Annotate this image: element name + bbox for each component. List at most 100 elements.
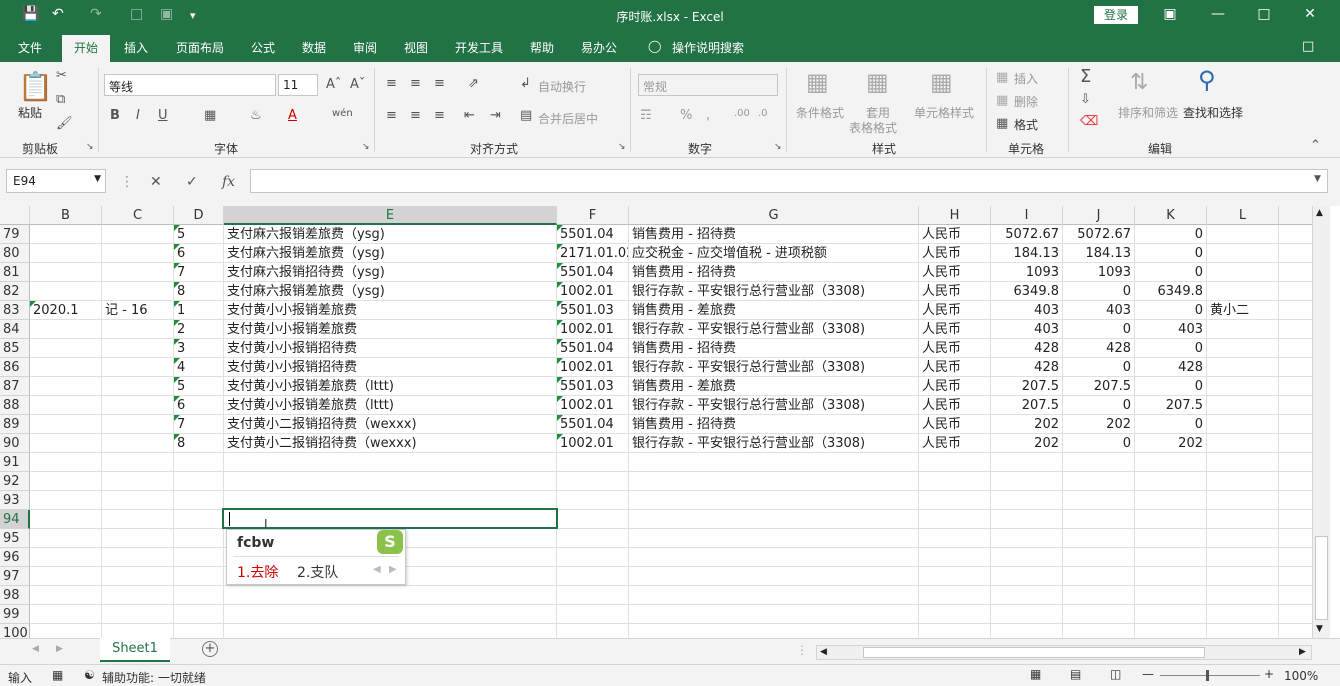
cell-j[interactable] xyxy=(1063,567,1135,586)
cell-k[interactable] xyxy=(1135,510,1207,529)
cell-j[interactable]: 428 xyxy=(1063,339,1135,358)
cell-m[interactable] xyxy=(1279,320,1312,339)
column-header-l[interactable]: L xyxy=(1207,206,1279,225)
cell-h[interactable]: 人民币 xyxy=(919,339,991,358)
cell-m[interactable] xyxy=(1279,472,1312,491)
border-icon[interactable]: ▦ xyxy=(204,108,216,123)
cell-b[interactable] xyxy=(30,282,102,301)
find-select-button[interactable]: 查找和选择 xyxy=(1183,104,1243,121)
cell-d[interactable]: 6 xyxy=(174,396,224,415)
cell-c[interactable] xyxy=(102,263,174,282)
percent-icon[interactable]: % xyxy=(680,108,692,123)
cell-b[interactable] xyxy=(30,320,102,339)
cell-m[interactable] xyxy=(1279,282,1312,301)
cell-g[interactable] xyxy=(629,472,919,491)
tab-formulas[interactable]: 公式 xyxy=(251,39,275,56)
copy-icon[interactable]: ⧉ xyxy=(56,92,65,107)
tab-help[interactable]: 帮助 xyxy=(530,39,554,56)
increase-font-icon[interactable]: Aˆ xyxy=(326,77,341,92)
cell-f[interactable]: 5501.04 xyxy=(557,339,629,358)
cell-e[interactable]: 支付麻六报销差旅费（ysg) xyxy=(224,225,557,244)
dialog-launcher-icon[interactable]: ↘ xyxy=(774,142,782,152)
cell-d[interactable]: 3 xyxy=(174,339,224,358)
cell-d[interactable] xyxy=(174,510,224,529)
cell-f[interactable]: 5501.03 xyxy=(557,301,629,320)
column-header-c[interactable]: C xyxy=(102,206,174,225)
cell-j[interactable] xyxy=(1063,453,1135,472)
row-header[interactable]: 80 xyxy=(0,244,30,263)
column-header-k[interactable]: K xyxy=(1135,206,1207,225)
cell-f[interactable]: 5501.04 xyxy=(557,415,629,434)
cell-l[interactable] xyxy=(1207,225,1279,244)
cell-b[interactable] xyxy=(30,434,102,453)
cell-i[interactable]: 207.5 xyxy=(991,396,1063,415)
cell-g[interactable]: 银行存款 - 平安银行总行营业部（3308) xyxy=(629,282,919,301)
row-header[interactable]: 83 xyxy=(0,301,30,320)
cell-i[interactable] xyxy=(991,567,1063,586)
cell-c[interactable] xyxy=(102,320,174,339)
cell-l[interactable] xyxy=(1207,396,1279,415)
cell-d[interactable] xyxy=(174,453,224,472)
cell-c[interactable] xyxy=(102,339,174,358)
cell-h[interactable]: 人民币 xyxy=(919,263,991,282)
cell-e[interactable] xyxy=(224,605,557,624)
cell-c[interactable] xyxy=(102,377,174,396)
cell-l[interactable]: 黄小二 xyxy=(1207,301,1279,320)
cell-d[interactable] xyxy=(174,567,224,586)
cell-f[interactable]: 1002.01 xyxy=(557,320,629,339)
insert-cells-icon[interactable]: ▦ xyxy=(996,70,1008,85)
row-header[interactable]: 88 xyxy=(0,396,30,415)
dialog-launcher-icon[interactable]: ↘ xyxy=(362,142,370,152)
row-header[interactable]: 92 xyxy=(0,472,30,491)
worksheet-grid[interactable]: B C D E F G H I J K L 79 5 支付麻六报销差旅费（ysg) 5… xyxy=(0,206,1312,638)
increase-decimal-icon[interactable]: .00 xyxy=(734,108,750,119)
cell-k[interactable] xyxy=(1135,548,1207,567)
column-header-j[interactable]: J xyxy=(1063,206,1135,225)
cell-g[interactable]: 银行存款 - 平安银行总行营业部（3308) xyxy=(629,320,919,339)
cell-l[interactable] xyxy=(1207,339,1279,358)
cell-k[interactable]: 0 xyxy=(1135,225,1207,244)
cell-j[interactable]: 207.5 xyxy=(1063,377,1135,396)
wrap-text-icon[interactable]: ↲ xyxy=(520,76,531,91)
formula-input[interactable] xyxy=(250,169,1328,193)
bold-icon[interactable]: B xyxy=(110,108,120,123)
cell-b[interactable] xyxy=(30,396,102,415)
cell-f[interactable]: 5501.04 xyxy=(557,263,629,282)
zoom-level[interactable]: 100% xyxy=(1284,669,1318,683)
cell-i[interactable]: 202 xyxy=(991,434,1063,453)
cell-e[interactable]: 支付黄小二报销招待费（wexxx) xyxy=(224,434,557,453)
login-button[interactable]: 登录 xyxy=(1094,6,1138,24)
cell-g[interactable] xyxy=(629,548,919,567)
cell-k[interactable]: 202 xyxy=(1135,434,1207,453)
cell-k[interactable] xyxy=(1135,567,1207,586)
cell-g[interactable]: 银行存款 - 平安银行总行营业部（3308) xyxy=(629,434,919,453)
ribbon-display-icon[interactable]: ▣ xyxy=(1160,6,1180,22)
cell-g[interactable]: 银行存款 - 平安银行总行营业部（3308) xyxy=(629,396,919,415)
cell-e[interactable]: 支付麻六报销差旅费（ysg) xyxy=(224,282,557,301)
cell-k[interactable] xyxy=(1135,472,1207,491)
cell-e[interactable] xyxy=(224,586,557,605)
name-box[interactable]: E94 ▼ xyxy=(6,169,106,193)
cell-k[interactable]: 428 xyxy=(1135,358,1207,377)
row-header[interactable]: 99 xyxy=(0,605,30,624)
cell-c[interactable] xyxy=(102,567,174,586)
cell-j[interactable] xyxy=(1063,510,1135,529)
cell-b[interactable] xyxy=(30,624,102,638)
cell-styles-icon[interactable]: ▦ xyxy=(930,68,953,96)
cell-b[interactable] xyxy=(30,225,102,244)
cell-f[interactable] xyxy=(557,529,629,548)
ime-next-icon[interactable]: ▶ xyxy=(389,564,397,575)
cell-b[interactable] xyxy=(30,377,102,396)
cell-g[interactable]: 销售费用 - 招待费 xyxy=(629,225,919,244)
font-color-icon[interactable]: A xyxy=(288,108,297,123)
cell-k[interactable] xyxy=(1135,624,1207,638)
cell-d[interactable]: 1 xyxy=(174,301,224,320)
cell-j[interactable]: 0 xyxy=(1063,282,1135,301)
row-header[interactable]: 96 xyxy=(0,548,30,567)
cell-g[interactable]: 销售费用 - 差旅费 xyxy=(629,377,919,396)
horizontal-scroll-thumb[interactable] xyxy=(863,647,1205,658)
cell-c[interactable] xyxy=(102,472,174,491)
cell-d[interactable]: 6 xyxy=(174,244,224,263)
cell-b[interactable] xyxy=(30,415,102,434)
cell-b[interactable] xyxy=(30,510,102,529)
